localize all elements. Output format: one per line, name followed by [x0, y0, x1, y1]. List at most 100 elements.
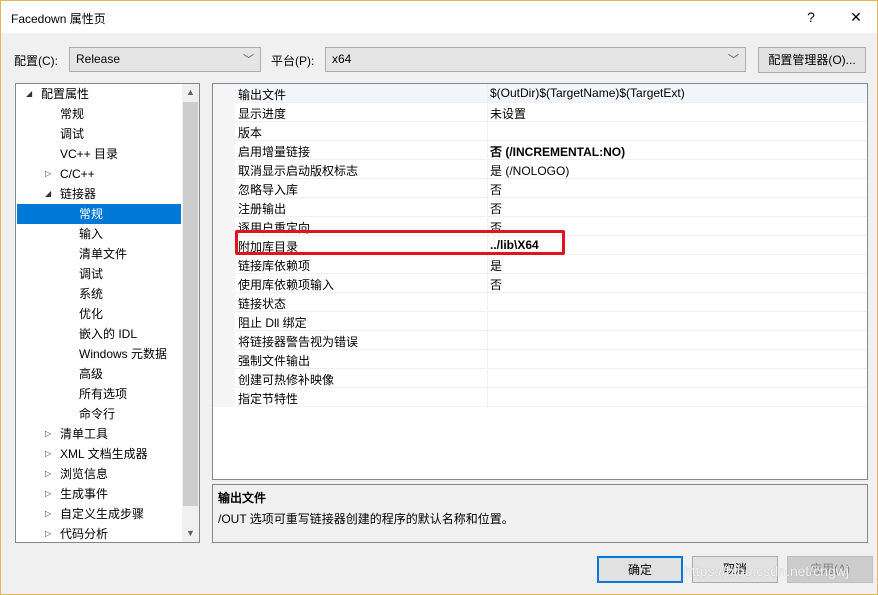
- property-row[interactable]: 强制文件输出: [213, 350, 867, 369]
- column-divider: [487, 84, 488, 103]
- tree-item[interactable]: 常规: [17, 104, 181, 124]
- property-row[interactable]: 链接库依赖项 是: [213, 255, 867, 274]
- property-name: 阻止 Dll 绑定: [238, 316, 307, 330]
- tree-item[interactable]: ◢ 链接器: [17, 184, 181, 204]
- tree-item[interactable]: 调试: [17, 124, 181, 144]
- property-row[interactable]: 使用库依赖项输入 否: [213, 274, 867, 293]
- property-value[interactable]: 是: [490, 257, 502, 274]
- tree-item[interactable]: 优化: [17, 304, 181, 324]
- property-row[interactable]: 显示进度 未设置: [213, 103, 867, 122]
- properties-dialog: Facedown 属性页 ? ✕ 配置(C): Release ﹀ 平台(P):…: [0, 0, 878, 595]
- tree-item-label: Windows 元数据: [79, 347, 168, 361]
- expand-icon[interactable]: ▷: [45, 524, 51, 542]
- tree-item[interactable]: ▷ 清单工具: [17, 424, 181, 444]
- collapse-icon[interactable]: ◢: [26, 84, 32, 104]
- row-gutter: [213, 312, 235, 331]
- row-gutter: [213, 103, 235, 122]
- property-row[interactable]: 链接状态: [213, 293, 867, 312]
- column-divider: [487, 331, 488, 350]
- tree-item[interactable]: 命令行: [17, 404, 181, 424]
- row-gutter: [213, 122, 235, 141]
- tree-item-label: C/C++: [60, 167, 95, 181]
- scroll-up-icon[interactable]: ▲: [182, 84, 199, 101]
- property-name: 将链接器警告视为错误: [238, 335, 359, 349]
- help-button[interactable]: ?: [791, 5, 831, 29]
- tree-item[interactable]: 常规: [17, 204, 181, 224]
- row-gutter: [213, 141, 235, 160]
- property-row[interactable]: 指定节特性: [213, 388, 867, 407]
- property-row[interactable]: 阻止 Dll 绑定: [213, 312, 867, 331]
- property-grid: 输出文件 $(OutDir)$(TargetName)$(TargetExt) 显示…: [212, 83, 868, 480]
- property-name: 指定节特性: [238, 392, 299, 406]
- tree-item-label: 高级: [79, 367, 104, 381]
- scroll-down-icon[interactable]: ▼: [182, 525, 199, 542]
- ok-button[interactable]: 确定: [597, 556, 683, 583]
- tree-item[interactable]: VC++ 目录: [17, 144, 181, 164]
- title-bar: Facedown 属性页 ? ✕: [1, 1, 877, 33]
- property-row[interactable]: 忽略导入库 否: [213, 179, 867, 198]
- property-value[interactable]: $(OutDir)$(TargetName)$(TargetExt): [490, 86, 685, 100]
- row-gutter: [213, 388, 235, 407]
- tree-item-label: 代码分析: [60, 527, 109, 541]
- tree-item[interactable]: ▷ 自定义生成步骤: [17, 504, 181, 524]
- tree-item-label: 自定义生成步骤: [60, 507, 145, 521]
- tree-item-label: 调试: [60, 127, 85, 141]
- chevron-down-icon: ﹀: [728, 54, 739, 66]
- property-row[interactable]: 版本: [213, 122, 867, 141]
- expand-icon[interactable]: ▷: [45, 464, 51, 484]
- collapse-icon[interactable]: ◢: [45, 184, 51, 204]
- tree-item-label: 清单工具: [60, 427, 109, 441]
- tree-item[interactable]: 输入: [17, 224, 181, 244]
- tree-item[interactable]: 嵌入的 IDL: [17, 324, 181, 344]
- tree-item-label: XML 文档生成器: [60, 447, 148, 461]
- config-label: 配置(C):: [14, 54, 58, 68]
- tree-item[interactable]: ▷ 生成事件: [17, 484, 181, 504]
- property-row[interactable]: 启用增量链接 否 (/INCREMENTAL:NO): [213, 141, 867, 160]
- expand-icon[interactable]: ▷: [45, 164, 51, 184]
- tree-item-label: 优化: [79, 307, 104, 321]
- property-name: 注册输出: [238, 202, 287, 216]
- tree-item[interactable]: ▷ C/C++: [17, 164, 181, 184]
- tree-item[interactable]: ▷ 浏览信息: [17, 464, 181, 484]
- config-select[interactable]: Release ﹀: [69, 47, 261, 72]
- property-name: 取消显示启动版权标志: [238, 164, 359, 178]
- column-divider: [487, 369, 488, 388]
- expand-icon[interactable]: ▷: [45, 504, 51, 524]
- property-row[interactable]: 注册输出 否: [213, 198, 867, 217]
- tree-item[interactable]: ▷ 代码分析: [17, 524, 181, 542]
- tree-item[interactable]: 所有选项: [17, 384, 181, 404]
- tree-item[interactable]: Windows 元数据: [17, 344, 181, 364]
- scroll-thumb[interactable]: [183, 102, 198, 506]
- property-value[interactable]: 否: [490, 276, 502, 293]
- property-name: 显示进度: [238, 107, 287, 121]
- property-name: 链接状态: [238, 297, 287, 311]
- tree-item[interactable]: 高级: [17, 364, 181, 384]
- tree-item[interactable]: ◢ 配置属性: [17, 84, 181, 104]
- property-row[interactable]: 输出文件 $(OutDir)$(TargetName)$(TargetExt): [213, 84, 867, 103]
- config-manager-button[interactable]: 配置管理器(O)...: [758, 47, 866, 73]
- tree-item-label: 输入: [79, 227, 104, 241]
- tree-item[interactable]: ▷ XML 文档生成器: [17, 444, 181, 464]
- property-value[interactable]: 否: [490, 200, 502, 217]
- tree-item[interactable]: 调试: [17, 264, 181, 284]
- close-button[interactable]: ✕: [836, 5, 876, 29]
- row-gutter: [213, 331, 235, 350]
- row-gutter: [213, 293, 235, 312]
- tree-item-label: 嵌入的 IDL: [79, 327, 138, 341]
- tree-scrollbar[interactable]: ▲ ▼: [182, 84, 199, 542]
- expand-icon[interactable]: ▷: [45, 424, 51, 444]
- tree-item[interactable]: 清单文件: [17, 244, 181, 264]
- property-row[interactable]: 创建可热修补映像: [213, 369, 867, 388]
- platform-select[interactable]: x64 ﹀: [325, 47, 746, 72]
- expand-icon[interactable]: ▷: [45, 444, 51, 464]
- property-value[interactable]: 未设置: [490, 105, 526, 122]
- property-row[interactable]: 将链接器警告视为错误: [213, 331, 867, 350]
- tree-item[interactable]: 系统: [17, 284, 181, 304]
- column-divider: [487, 312, 488, 331]
- description-title: 输出文件: [218, 491, 267, 505]
- property-row[interactable]: 取消显示启动版权标志 是 (/NOLOGO): [213, 160, 867, 179]
- property-value[interactable]: 否 (/INCREMENTAL:NO): [490, 143, 625, 160]
- property-value[interactable]: 否: [490, 181, 502, 198]
- property-value[interactable]: 是 (/NOLOGO): [490, 162, 569, 179]
- expand-icon[interactable]: ▷: [45, 484, 51, 504]
